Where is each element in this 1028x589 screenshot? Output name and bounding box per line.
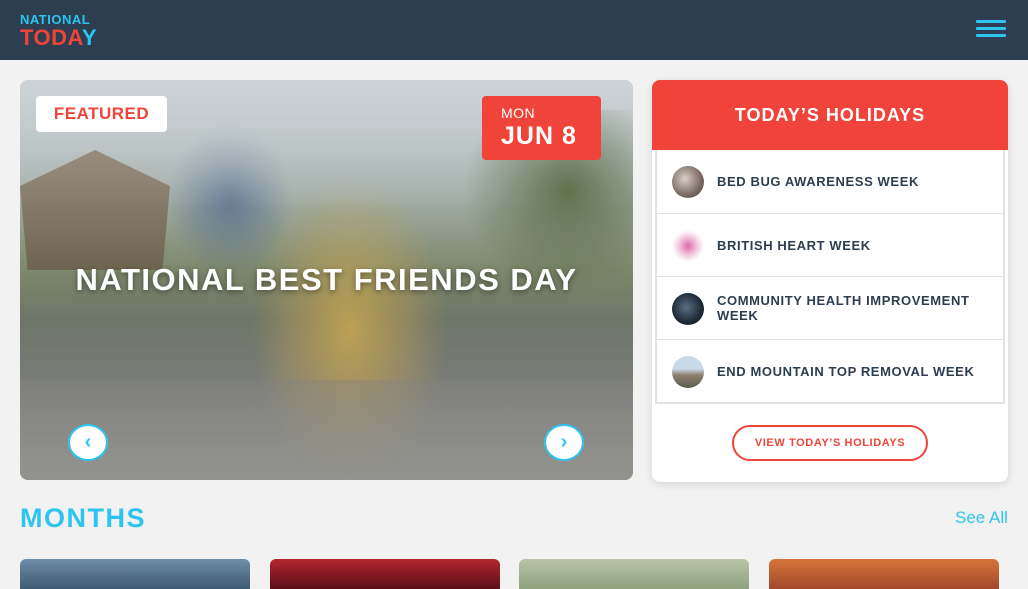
holiday-thumbnail [672, 293, 704, 325]
todays-holidays-list: BED BUG AWARENESS WEEK BRITISH HEART WEE… [655, 150, 1005, 404]
logo-line-2-part-a: TODA [20, 25, 82, 50]
holiday-thumbnail [672, 230, 704, 262]
holiday-list-item[interactable]: BED BUG AWARENESS WEEK [657, 150, 1003, 213]
chevron-left-icon: ‹ [84, 431, 92, 453]
see-all-months-link[interactable]: See All [955, 508, 1008, 528]
logo-line-2: TODAY [20, 27, 97, 49]
month-card[interactable] [20, 559, 250, 589]
todays-holidays-card: TODAY’S HOLIDAYS BED BUG AWARENESS WEEK … [652, 80, 1008, 482]
featured-date: JUN 8 [501, 122, 577, 150]
national-today-logo[interactable]: NATIONAL TODAY [20, 13, 97, 49]
top-navigation-bar: NATIONAL TODAY [0, 0, 1028, 60]
month-card[interactable] [270, 559, 500, 589]
holiday-label: COMMUNITY HEALTH IMPROVEMENT WEEK [717, 293, 970, 323]
holiday-thumbnail [672, 166, 704, 198]
featured-holiday-title[interactable]: NATIONAL BEST FRIENDS DAY [20, 262, 633, 298]
holiday-thumbnail [672, 356, 704, 388]
menu-line [976, 20, 1006, 23]
view-todays-holidays-button[interactable]: VIEW TODAY’S HOLIDAYS [732, 425, 928, 461]
carousel-prev-button[interactable]: ‹ [68, 424, 108, 461]
logo-line-2-part-b: Y [81, 25, 98, 50]
featured-day-of-week: MON [501, 105, 536, 121]
holiday-label: BRITISH HEART WEEK [717, 237, 871, 253]
month-card[interactable] [769, 559, 999, 589]
featured-date-badge: MON JUN 8 [482, 96, 601, 160]
holiday-label: END MOUNTAIN TOP REMOVAL WEEK [717, 363, 975, 379]
holiday-list-item[interactable]: COMMUNITY HEALTH IMPROVEMENT WEEK [657, 276, 1003, 339]
holiday-list-item[interactable]: END MOUNTAIN TOP REMOVAL WEEK [657, 339, 1003, 402]
menu-line [976, 34, 1006, 37]
carousel-next-button[interactable]: › [544, 424, 584, 461]
todays-holidays-heading: TODAY’S HOLIDAYS [652, 80, 1008, 150]
hamburger-menu-icon[interactable] [976, 18, 1008, 40]
months-heading: MONTHS [20, 503, 146, 533]
holiday-list-item[interactable]: BRITISH HEART WEEK [657, 213, 1003, 276]
month-card[interactable] [519, 559, 749, 589]
featured-badge: FEATURED [36, 96, 167, 132]
chevron-right-icon: › [560, 431, 568, 453]
menu-line [976, 27, 1006, 30]
holiday-label: BED BUG AWARENESS WEEK [717, 174, 919, 189]
